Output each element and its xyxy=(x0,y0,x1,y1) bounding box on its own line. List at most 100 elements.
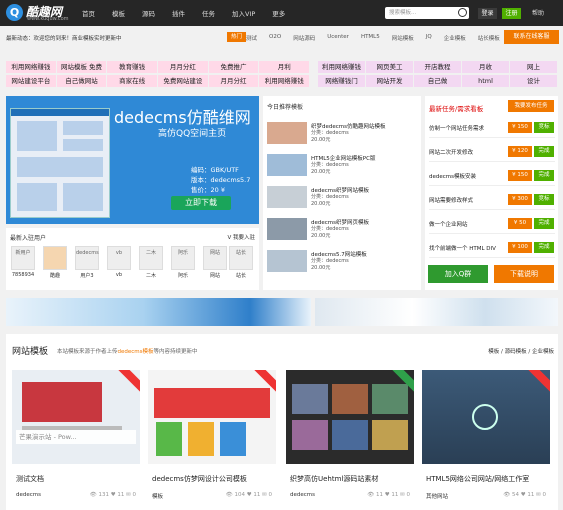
keyword-link[interactable]: 设计 xyxy=(510,75,557,87)
list-item[interactable]: dedecms5.7网站模板 分类：dedecms 20.00元 xyxy=(267,248,417,272)
template-preview xyxy=(148,370,276,464)
keyword-link[interactable]: 月收 xyxy=(462,61,509,73)
keyword-link[interactable]: 免费推广 xyxy=(208,61,259,73)
hot-badge: 热门 xyxy=(227,32,247,42)
template-card[interactable]: dedecms仿梦网设计公司模板 模板 👁 104 ♥ 11 ✉ 0 xyxy=(148,370,276,506)
search-input[interactable]: 搜索模板... xyxy=(385,7,469,19)
tag-link[interactable]: 网站源码 xyxy=(293,34,315,42)
tag-link[interactable]: 企业模板 xyxy=(444,34,466,42)
preview-overlay-title: 芒果演示站 - Pow... xyxy=(16,430,136,444)
keyword-link[interactable]: 月利 xyxy=(259,61,310,73)
user-item[interactable]: 网站 网站 xyxy=(202,246,228,284)
task-row[interactable]: 网站需要修改样式 ¥ 300 竞标 xyxy=(429,190,555,210)
keyword-link[interactable]: 自己做 xyxy=(414,75,461,87)
keyword-link[interactable]: 利用网络赚钱 xyxy=(6,61,56,73)
task-row[interactable]: 做一个企业网站 ¥ 50 完成 xyxy=(429,214,555,234)
ad-banner-left[interactable] xyxy=(6,298,311,326)
template-thumbnail xyxy=(267,218,307,240)
nav-templates[interactable]: 模板 xyxy=(112,8,125,18)
site-logo[interactable]: Q 酷趣网 www.kuquw.com xyxy=(6,3,69,23)
keyword-link[interactable]: 网页美工 xyxy=(366,61,413,73)
template-card[interactable]: 芒果演示站 - Pow... 测试文档 dedecms 👁 131 ♥ 11 ✉… xyxy=(12,370,140,506)
nav-plugins[interactable]: 插件 xyxy=(172,8,185,18)
template-thumbnail xyxy=(267,154,307,176)
task-row[interactable]: dedecms模板安装 ¥ 150 完成 xyxy=(429,166,555,186)
user-name: 二木 xyxy=(145,273,156,279)
tag-links: 测试 O2O 网站源码 Ucenter HTML5 网站模板 JQ 企业模板 站… xyxy=(246,34,512,42)
join-link[interactable]: V 我要入驻 xyxy=(227,233,255,241)
contact-service-button[interactable]: 联系在线客服 xyxy=(504,30,559,44)
task-status-badge: 完成 xyxy=(534,146,554,157)
keyword-link[interactable]: 免费网站建设 xyxy=(158,75,208,87)
list-item[interactable]: HTML5企业网站模板PC版 分类：dedecms 20.00元 xyxy=(267,152,417,176)
user-item[interactable]: 二木 二木 xyxy=(138,246,164,284)
template-stats: 👁 11 ♥ 11 ✉ 0 xyxy=(367,492,410,498)
gallery-sub-highlight[interactable]: dedecms模板 xyxy=(118,349,154,355)
tag-link[interactable]: 网站模板 xyxy=(392,34,414,42)
list-item[interactable]: dedecms织梦网页模板 分类：dedecms 20.00元 xyxy=(267,216,417,240)
gallery-category-links[interactable]: 模板 / 源码模板 / 企业模板 xyxy=(488,347,554,355)
avatar: dedecms xyxy=(75,246,99,270)
tag-link[interactable]: 站长模板 xyxy=(478,34,500,42)
tag-link[interactable]: JQ xyxy=(426,34,432,42)
main-nav: 首页 模板 源码 插件 任务 加入VIP 更多 xyxy=(82,0,302,26)
search-icon[interactable] xyxy=(458,8,467,17)
nav-source[interactable]: 源码 xyxy=(142,8,155,18)
nav-more[interactable]: 更多 xyxy=(272,8,285,18)
login-button[interactable]: 登录 xyxy=(478,8,497,19)
keyword-row-4: 网络赚钱门 网站开发 自己做 html 设计 xyxy=(318,75,558,87)
template-card[interactable]: 织梦高仿Uehtml源码站素材 dedecms 👁 11 ♥ 11 ✉ 0 xyxy=(286,370,414,506)
keyword-link[interactable]: 网站开发 xyxy=(366,75,413,87)
keyword-link[interactable]: 自己做网站 xyxy=(56,75,107,87)
tag-link[interactable]: HTML5 xyxy=(361,34,380,42)
ad-banner-right[interactable] xyxy=(315,298,558,326)
user-item[interactable]: 站长 站长 xyxy=(228,246,254,284)
avatar xyxy=(43,246,67,270)
task-row[interactable]: 找个前端做一个 HTML DIV ¥ 100 完成 xyxy=(429,238,555,258)
user-item[interactable]: dedecms 用户3 xyxy=(74,246,100,284)
join-qq-group-button[interactable]: 加入Q群 xyxy=(428,265,488,283)
keyword-link[interactable]: 月月分红 xyxy=(158,61,208,73)
template-caption: HTML5网络公司网站/网络工作室 xyxy=(426,475,530,483)
keyword-link[interactable]: 网上 xyxy=(510,61,557,73)
keyword-link[interactable]: 月月分红 xyxy=(208,75,259,87)
nav-tasks[interactable]: 任务 xyxy=(202,8,215,18)
tag-link[interactable]: Ucenter xyxy=(327,34,349,42)
keyword-link[interactable]: 利用网络赚钱 xyxy=(259,75,310,87)
user-item[interactable]: vb vb xyxy=(106,246,132,284)
task-status-badge: 完成 xyxy=(534,242,554,253)
register-button[interactable]: 注册 xyxy=(502,8,521,19)
task-status-badge: 竞标 xyxy=(534,194,554,205)
user-item[interactable]: 新用户 7858934 xyxy=(10,246,36,284)
template-price: 20.00元 xyxy=(311,201,331,207)
user-item[interactable]: 酷趣 xyxy=(42,246,68,284)
keyword-link[interactable]: 网站模板 免费 xyxy=(56,61,107,73)
nav-vip[interactable]: 加入VIP xyxy=(232,8,255,18)
task-row[interactable]: 网站二次开发修改 ¥ 120 完成 xyxy=(429,142,555,162)
keyword-link[interactable]: 教育赚钱 xyxy=(107,61,158,73)
help-link[interactable]: 帮助 xyxy=(532,8,544,17)
user-item[interactable]: 阿乐 阿乐 xyxy=(170,246,196,284)
tag-link[interactable]: 测试 xyxy=(246,34,257,42)
keyword-link[interactable]: 利用网络赚钱 xyxy=(318,61,365,73)
top-navigation-bar: Q 酷趣网 www.kuquw.com 首页 模板 源码 插件 任务 加入VIP… xyxy=(0,0,563,26)
download-button[interactable]: 立即下载 xyxy=(171,196,231,210)
template-category: 分类：dedecms xyxy=(311,162,349,168)
tag-link[interactable]: O2O xyxy=(269,34,281,42)
download-guide-button[interactable]: 下载说明 xyxy=(494,265,554,283)
user-name: 酷趣 xyxy=(49,273,60,279)
task-row[interactable]: 仿制一个网站任务需求 ¥ 150 竞标 xyxy=(429,118,555,138)
keyword-link[interactable]: 商家在线 xyxy=(107,75,158,87)
list-item[interactable]: 织梦dedecms仿酷趣网站模板 分类：dedecms 20.00元 xyxy=(267,120,417,144)
template-card[interactable]: HTML5网络公司网站/网络工作室 其他网站 👁 54 ♥ 11 ✉ 0 xyxy=(422,370,550,506)
nav-home[interactable]: 首页 xyxy=(82,8,95,18)
keyword-link[interactable]: 网站建设平台 xyxy=(6,75,56,87)
user-name: 站长 xyxy=(235,273,246,279)
publish-task-button[interactable]: 我要发布任务 xyxy=(508,100,554,112)
task-title: dedecms模板安装 xyxy=(429,174,476,180)
list-item[interactable]: dedecms织梦网站模板 分类：dedecms 20.00元 xyxy=(267,184,417,208)
keyword-link[interactable]: 开店教程 xyxy=(414,61,461,73)
keyword-link[interactable]: html xyxy=(462,75,509,87)
template-thumbnail xyxy=(267,250,307,272)
keyword-link[interactable]: 网络赚钱门 xyxy=(318,75,365,87)
